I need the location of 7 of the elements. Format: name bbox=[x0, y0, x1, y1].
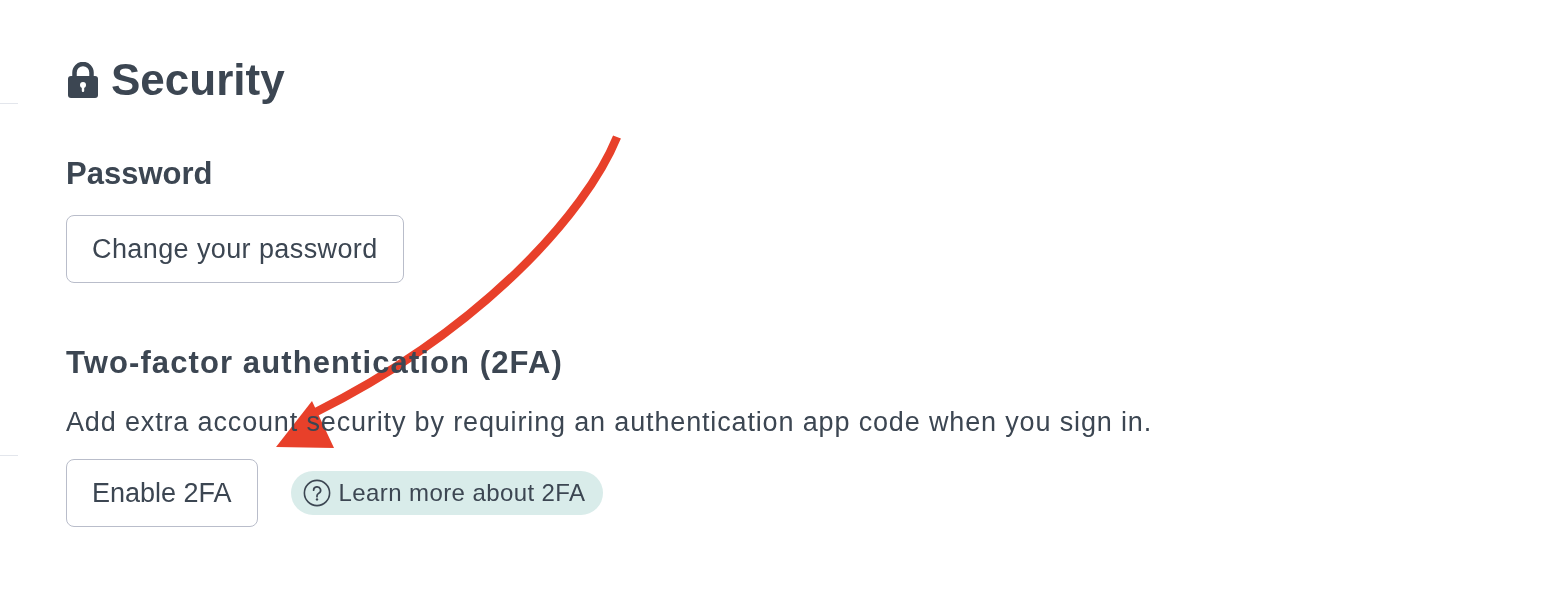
change-password-button[interactable]: Change your password bbox=[66, 215, 404, 283]
page-title: Security bbox=[111, 54, 285, 106]
help-icon bbox=[302, 479, 331, 507]
learn-more-link[interactable]: Learn more about 2FA bbox=[290, 471, 604, 515]
lock-icon bbox=[68, 62, 98, 98]
section-heading: Password bbox=[66, 156, 213, 192]
enable-2fa-button[interactable]: Enable 2FA bbox=[66, 459, 258, 527]
